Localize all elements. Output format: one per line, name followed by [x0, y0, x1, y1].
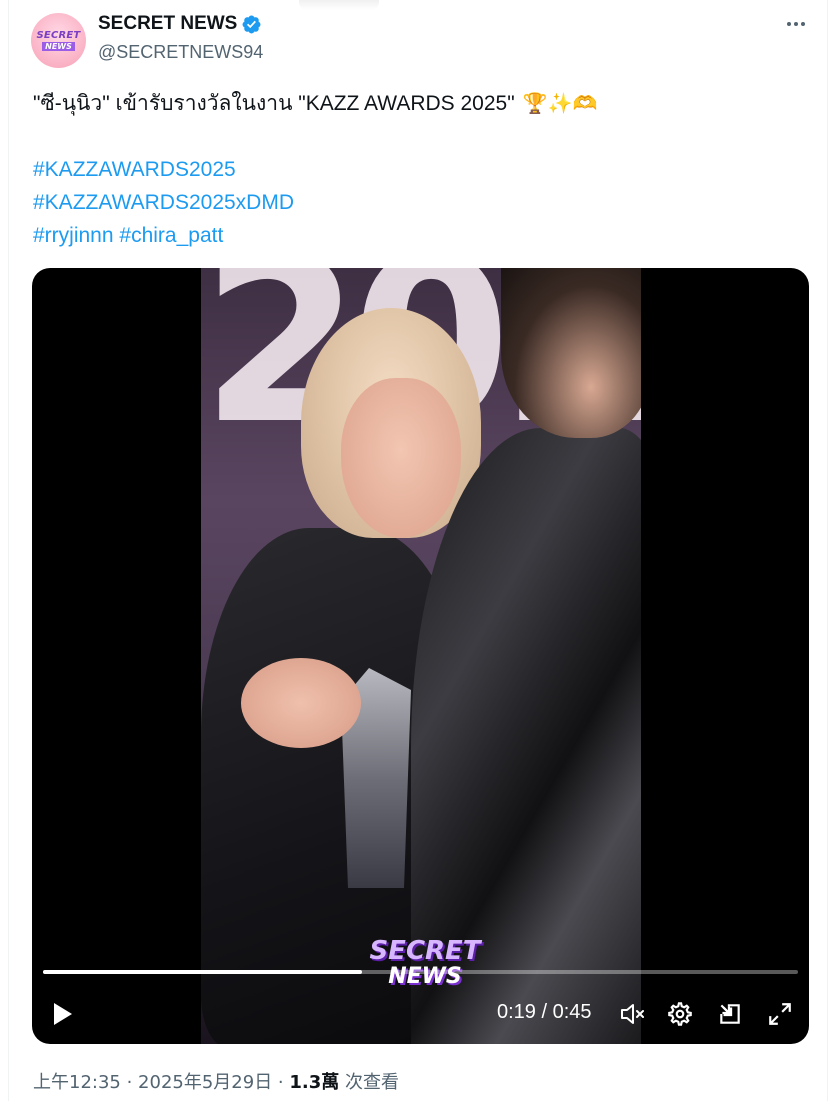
avatar-text-2: NEWS [42, 41, 75, 51]
video-progress-bar[interactable] [43, 970, 798, 974]
hashtag-link[interactable]: #rryjinnn [33, 224, 114, 247]
picture-in-picture-icon [720, 1004, 740, 1024]
video-time: 0:19 / 0:45 [497, 1001, 592, 1023]
tweet-card: SECRET NEWS SECRET NEWS @SECRETNEWS94 "ซ… [8, 0, 828, 1101]
volume-icon [621, 1004, 644, 1024]
watermark-text-1: SECRET [369, 936, 481, 966]
more-dot-icon [794, 22, 798, 26]
fullscreen-icon [769, 1003, 791, 1025]
fullscreen-button[interactable] [765, 999, 795, 1029]
tweet-meta: 上午12:35 · 2025年5月29日 · 1.3萬 次查看 [33, 1068, 399, 1094]
video-player[interactable]: 2025 SECRET NEWS 0:19 / 0:45 [32, 268, 809, 1044]
watermark-text-2: NEWS [388, 964, 462, 989]
picture-in-picture-button[interactable] [715, 999, 745, 1029]
hashtag-link[interactable]: #chira_patt [119, 224, 223, 247]
tweet-text: "ซี-นุนิว" เข้ารับรางวัลในงาน "KAZZ AWAR… [33, 88, 597, 119]
view-count: 1.3萬 [289, 1072, 340, 1093]
avatar[interactable]: SECRET NEWS [31, 13, 86, 68]
video-figure [501, 268, 641, 438]
author-handle[interactable]: @SECRETNEWS94 [98, 42, 263, 63]
more-dot-icon [801, 22, 805, 26]
tweet-text-body: "ซี-นุนิว" เข้ารับรางวัลในงาน "KAZZ AWAR… [33, 92, 515, 115]
tweet-timestamp[interactable]: 上午12:35 · 2025年5月29日 · [33, 1072, 289, 1093]
play-icon [54, 1003, 72, 1025]
top-fade [299, 0, 379, 10]
hashtag-link[interactable]: #KAZZAWARDS2025xDMD [33, 191, 294, 214]
more-options-button[interactable] [783, 14, 809, 34]
play-button[interactable] [48, 999, 78, 1029]
video-figure [241, 658, 361, 748]
verified-badge-icon [242, 15, 261, 33]
video-frame[interactable]: 2025 [201, 268, 641, 1044]
hashtag-link[interactable]: #KAZZAWARDS2025 [33, 158, 236, 181]
avatar-text-1: SECRET [36, 29, 81, 41]
tweet-emojis: 🏆✨🫶 [522, 91, 598, 115]
hashtag-list: #KAZZAWARDS2025 #KAZZAWARDS2025xDMD #rry… [33, 153, 294, 252]
display-name[interactable]: SECRET NEWS [98, 13, 237, 35]
volume-button[interactable] [618, 999, 648, 1029]
view-label: 次查看 [339, 1072, 399, 1093]
settings-button[interactable] [665, 999, 695, 1029]
more-dot-icon [787, 22, 791, 26]
author-name-row[interactable]: SECRET NEWS [98, 13, 262, 35]
video-watermark: SECRET NEWS [360, 938, 490, 990]
video-progress-fill [43, 970, 362, 974]
settings-icon [668, 1002, 692, 1026]
video-figure [341, 378, 461, 538]
